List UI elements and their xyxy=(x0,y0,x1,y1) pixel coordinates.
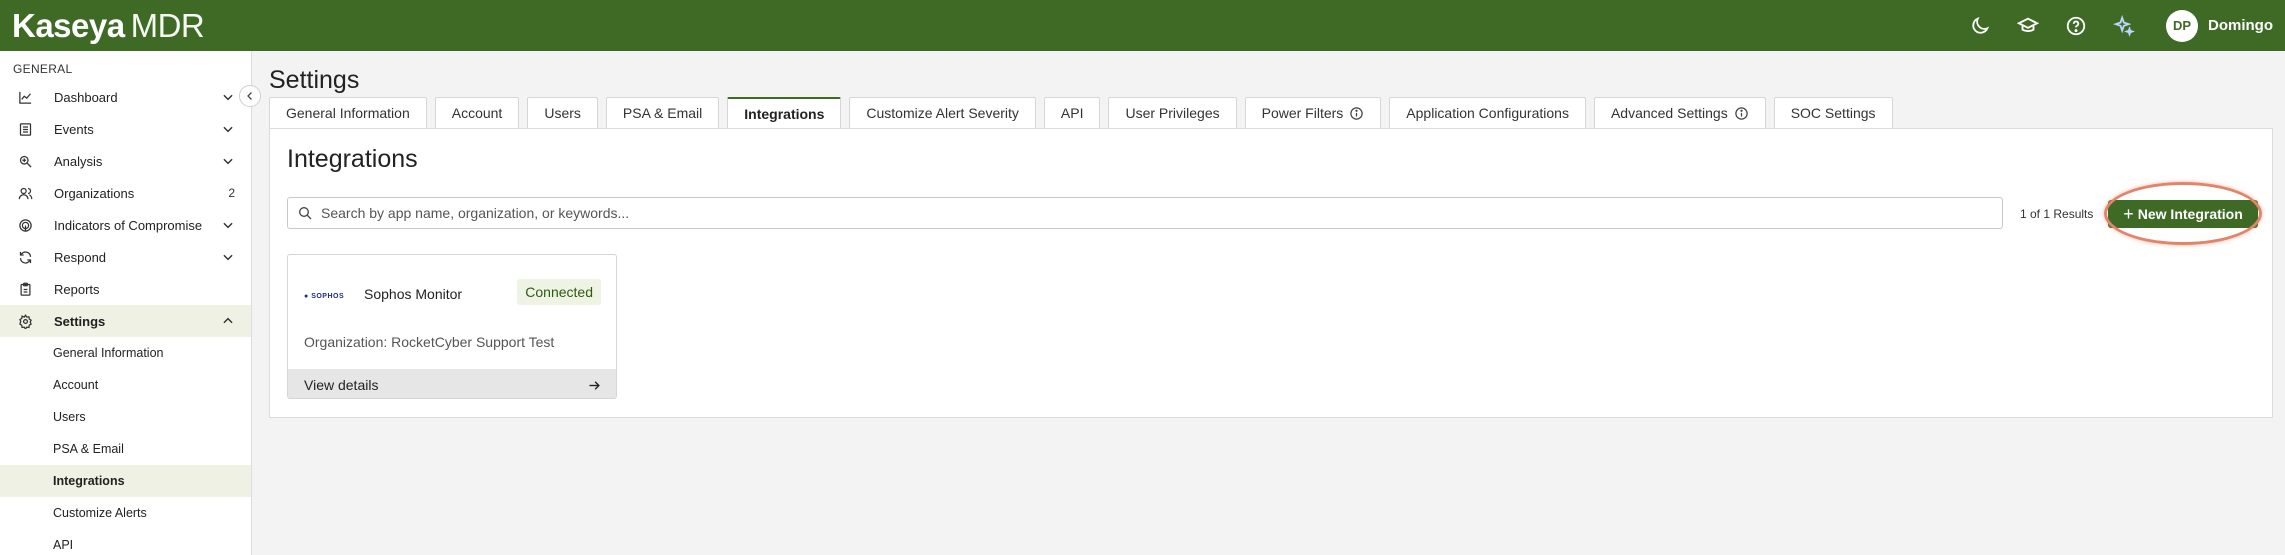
chevron-down-icon xyxy=(223,94,233,101)
tab-customize-alert-severity[interactable]: Customize Alert Severity xyxy=(849,97,1036,128)
tab-label: Customize Alert Severity xyxy=(866,105,1019,121)
tab-psa-email[interactable]: PSA & Email xyxy=(605,97,720,128)
tab-label: PSA & Email xyxy=(622,105,703,121)
tab-application-configurations[interactable]: Application Configurations xyxy=(1389,97,1586,128)
integrations-title: Integrations xyxy=(287,145,418,173)
sidebar-subitem-api[interactable]: API xyxy=(0,529,251,555)
gear-icon xyxy=(17,313,33,329)
tab-account[interactable]: Account xyxy=(434,97,520,128)
logo-product: MDR xyxy=(130,6,205,44)
integration-organization: Organization: RocketCyber Support Test xyxy=(304,334,555,350)
results-count: 1 of 1 Results xyxy=(2020,207,2094,221)
sidebar-item-indicators-of-compromise[interactable]: Indicators of Compromise xyxy=(0,209,251,241)
new-integration-label: New Integration xyxy=(2137,206,2243,222)
organizations-count: 2 xyxy=(228,186,235,200)
sidebar-subitem-integrations[interactable]: Integrations xyxy=(0,465,251,497)
sidebar-item-analysis[interactable]: Analysis xyxy=(0,145,251,177)
sidebar-item-label: Respond xyxy=(54,249,107,265)
tab-integrations[interactable]: Integrations xyxy=(727,97,842,128)
sidebar-item-label: Indicators of Compromise xyxy=(54,217,203,233)
tab-label: Power Filters xyxy=(1261,105,1344,121)
sidebar-item-organizations[interactable]: Organizations 2 xyxy=(0,177,251,209)
sidebar-subitem-customize-alerts[interactable]: Customize Alerts xyxy=(0,497,251,529)
sidebar-subitem-psa-email[interactable]: PSA & Email xyxy=(0,433,251,465)
sidebar-item-label: Organizations xyxy=(54,185,135,201)
sidebar-subitem-users[interactable]: Users xyxy=(0,401,251,433)
sidebar-item-dashboard[interactable]: Dashboard xyxy=(0,81,251,113)
sophos-logo-text: SOPHOS xyxy=(311,293,345,300)
view-details-link[interactable]: View details xyxy=(288,369,616,398)
tab-label: Integrations xyxy=(744,105,825,122)
chevron-down-icon xyxy=(223,254,233,261)
sidebar-section-general: GENERAL xyxy=(13,62,73,76)
tab-user-privileges[interactable]: User Privileges xyxy=(1108,97,1237,128)
people-icon xyxy=(17,185,33,201)
sidebar-item-respond[interactable]: Respond xyxy=(0,241,251,273)
new-integration-button[interactable]: + New Integration xyxy=(2108,200,2258,228)
kaseya-logo[interactable]: Kaseya MDR xyxy=(12,6,205,45)
sparkles-icon[interactable] xyxy=(2100,0,2148,51)
logo-brand: Kaseya xyxy=(12,6,125,44)
sidebar-item-events[interactable]: Events xyxy=(0,113,251,145)
arrow-right-icon xyxy=(589,381,600,390)
integrations-panel: Integrations 1 of 1 Results + New Integr… xyxy=(269,128,2273,418)
tab-label: API xyxy=(1060,105,1084,121)
tab-label: User Privileges xyxy=(1125,105,1220,121)
tab-api[interactable]: API xyxy=(1043,97,1101,128)
clipboard-icon xyxy=(17,281,33,297)
top-bar: Kaseya MDR DP Domingo xyxy=(0,0,2285,51)
sidebar-item-label: Settings xyxy=(54,313,106,329)
tab-users[interactable]: Users xyxy=(527,97,598,128)
tab-general-information[interactable]: General Information xyxy=(269,97,427,128)
tab-advanced-settings[interactable]: Advanced Settings xyxy=(1593,97,1766,128)
tab-label: Advanced Settings xyxy=(1610,105,1728,121)
tab-power-filters[interactable]: Power Filters xyxy=(1244,97,1382,128)
sidebar-item-label: Events xyxy=(54,121,94,137)
tab-soc-settings[interactable]: SOC Settings xyxy=(1773,97,1893,128)
list-icon xyxy=(17,121,33,137)
sidebar-item-reports[interactable]: Reports xyxy=(0,273,251,305)
chevron-up-icon xyxy=(223,317,233,324)
sidebar-item-label: Analysis xyxy=(54,153,103,169)
sidebar: GENERAL Dashboard Events Analysis Organi… xyxy=(0,51,252,555)
sidebar-item-label: Dashboard xyxy=(54,89,118,105)
page-title: Settings xyxy=(269,66,360,94)
view-details-label: View details xyxy=(304,376,379,393)
graduation-cap-icon[interactable] xyxy=(2004,0,2052,51)
integration-name: Sophos Monitor xyxy=(364,286,463,302)
chevron-left-icon xyxy=(247,92,252,100)
info-icon[interactable] xyxy=(1734,106,1749,121)
integration-card: ● SOPHOS Sophos Monitor Connected Organi… xyxy=(287,254,617,399)
tab-label: General Information xyxy=(286,105,410,121)
refresh-icon xyxy=(17,249,33,265)
plus-icon: + xyxy=(2123,204,2134,224)
magnify-icon xyxy=(17,153,33,169)
info-icon[interactable] xyxy=(1349,106,1364,121)
user-name[interactable]: Domingo xyxy=(2208,17,2273,34)
chevron-down-icon xyxy=(223,158,233,165)
help-icon[interactable] xyxy=(2052,0,2100,51)
avatar[interactable]: DP xyxy=(2166,9,2198,42)
search-icon xyxy=(299,207,312,220)
tab-label: Account xyxy=(451,105,503,121)
sidebar-subitem-general-information[interactable]: General Information xyxy=(0,337,251,369)
sidebar-collapse-button[interactable] xyxy=(239,85,261,107)
status-badge: Connected xyxy=(517,279,601,305)
search-box[interactable] xyxy=(287,197,2003,229)
tab-label: Users xyxy=(544,105,581,121)
chart-line-icon xyxy=(17,89,33,105)
sidebar-subitem-account[interactable]: Account xyxy=(0,369,251,401)
tab-label: Application Configurations xyxy=(1406,105,1569,121)
chevron-down-icon xyxy=(223,222,233,229)
fingerprint-icon xyxy=(17,217,33,233)
sidebar-item-settings[interactable]: Settings xyxy=(0,305,251,337)
search-input[interactable] xyxy=(321,199,2002,227)
sidebar-item-label: Reports xyxy=(54,281,100,297)
moon-icon[interactable] xyxy=(1956,0,2004,51)
settings-tabs: General Information Account Users PSA & … xyxy=(269,97,1901,128)
tab-label: SOC Settings xyxy=(1790,105,1876,121)
chevron-down-icon xyxy=(223,126,233,133)
sophos-logo: ● SOPHOS xyxy=(304,293,345,300)
